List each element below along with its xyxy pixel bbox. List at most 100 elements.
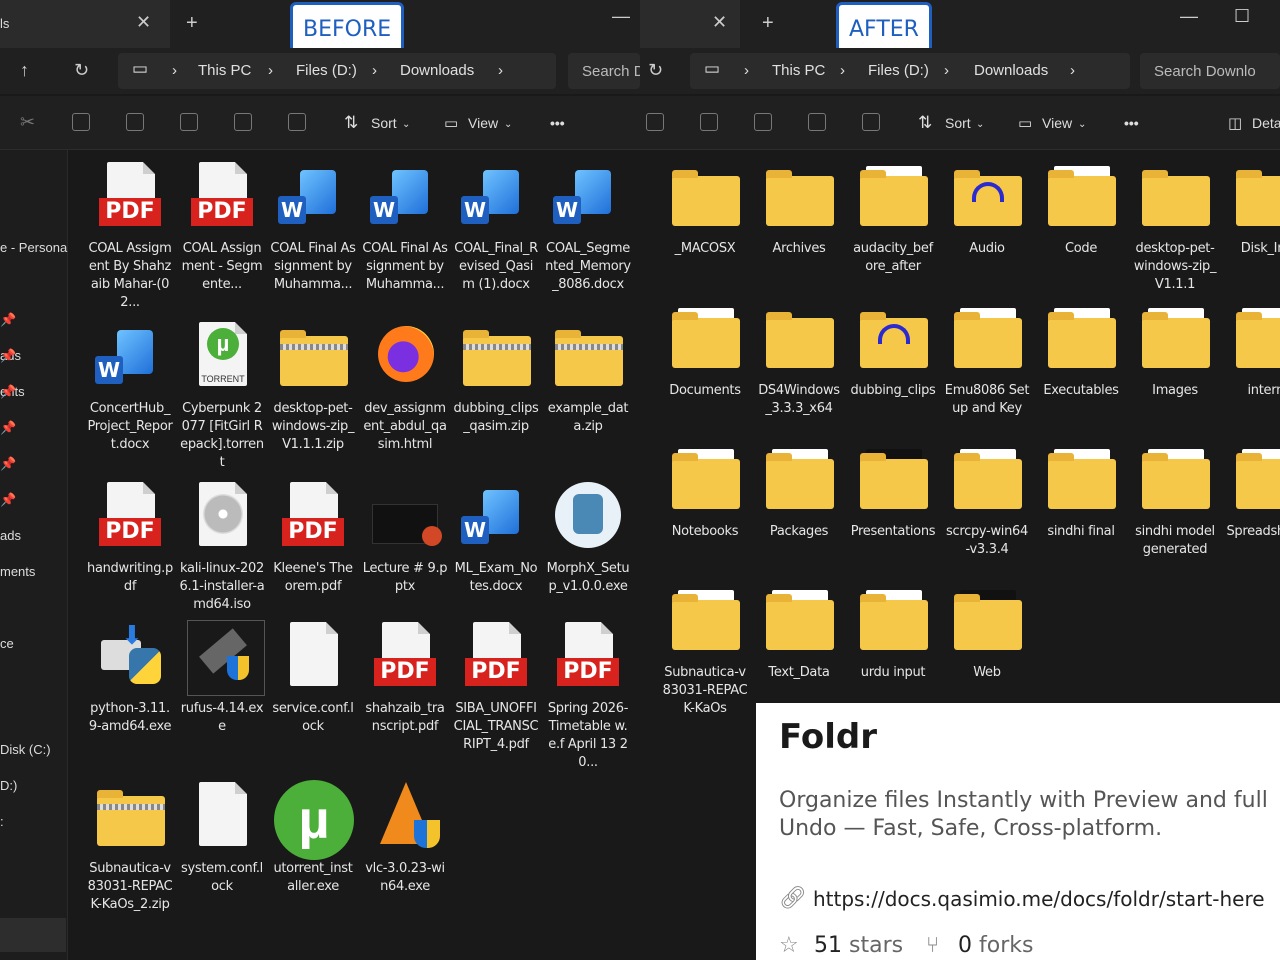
view-button[interactable]: View xyxy=(1042,115,1072,131)
new-tab-icon[interactable]: + xyxy=(186,12,198,35)
file-item[interactable]: W COAL Final Assignment by Muhamma... xyxy=(362,160,448,294)
paste-icon[interactable] xyxy=(126,113,144,131)
refresh-icon[interactable]: ↻ xyxy=(648,60,663,81)
maximize-icon[interactable]: ☐ xyxy=(1234,6,1250,27)
folder-item[interactable]: Code xyxy=(1038,160,1124,258)
tab-downloads[interactable]: ls ✕ xyxy=(0,0,170,48)
search-input[interactable]: Search D xyxy=(568,53,640,89)
folder-item[interactable]: Executables xyxy=(1038,302,1124,400)
breadcrumb[interactable]: ▭ › This PC › Files (D:) › Downloads › xyxy=(118,53,556,89)
folder-item[interactable]: Disk_Ima xyxy=(1226,160,1280,258)
sidebar-item-network[interactable]: : xyxy=(0,814,4,829)
folder-item[interactable]: Documents xyxy=(662,302,748,400)
file-item[interactable]: PDF Kleene's Theorem.pdf xyxy=(270,480,356,596)
new-tab-icon[interactable]: + xyxy=(762,12,774,35)
cut-icon[interactable]: ✂ xyxy=(20,112,35,133)
sidebar-item-space[interactable]: ce xyxy=(0,636,14,651)
folder-item[interactable]: Presentations xyxy=(850,443,936,541)
breadcrumb-this-pc[interactable]: This PC xyxy=(772,62,825,79)
folder-item[interactable]: scrcpy-win64-v3.3.4 xyxy=(944,443,1030,559)
copy-icon[interactable] xyxy=(72,113,90,131)
file-item[interactable]: rufus-4.14.exe xyxy=(179,620,265,736)
breadcrumb-files-d[interactable]: Files (D:) xyxy=(296,62,357,79)
delete-icon[interactable] xyxy=(862,113,880,131)
file-item[interactable]: example_data.zip xyxy=(545,320,631,436)
file-item[interactable]: PDF Spring 2026-Timetable w.e.f April 13 … xyxy=(545,620,631,772)
file-item[interactable]: dubbing_clips_qasim.zip xyxy=(453,320,539,436)
breadcrumb-this-pc[interactable]: This PC xyxy=(198,62,251,79)
tab-downloads[interactable]: ✕ xyxy=(640,0,740,48)
file-item[interactable]: W ML_Exam_Notes.docx xyxy=(453,480,539,596)
folder-item[interactable]: Spreadsheets xyxy=(1226,443,1280,541)
more-options-button[interactable]: ••• xyxy=(550,115,565,131)
folder-item[interactable]: sindhi model generated xyxy=(1132,443,1218,559)
search-input[interactable]: Search Downlo xyxy=(1140,53,1280,89)
folder-item[interactable]: Web xyxy=(944,584,1030,682)
folder-item[interactable]: Text_Data xyxy=(756,584,842,682)
file-item[interactable]: system.conf.lock xyxy=(179,780,265,896)
file-item[interactable]: W COAL_Segmented_Memory_8086.docx xyxy=(545,160,631,294)
folder-item[interactable]: audacity_before_after xyxy=(850,160,936,276)
sidebar-item-disk-c[interactable]: Disk (C:) xyxy=(0,742,51,757)
folder-item[interactable]: sindhi final xyxy=(1038,443,1124,541)
file-item[interactable]: PDF handwriting.pdf xyxy=(87,480,173,596)
file-item[interactable]: µ TORRENT Cyberpunk 2077 [FitGirl Repack].… xyxy=(179,320,265,472)
folder-item[interactable]: Archives xyxy=(756,160,842,258)
view-button[interactable]: View xyxy=(468,115,498,131)
folder-item[interactable]: _MACOSX xyxy=(662,160,748,258)
more-options-button[interactable]: ••• xyxy=(1124,115,1139,131)
sidebar-item-documents-2[interactable]: ments xyxy=(0,564,35,579)
file-item[interactable]: PDF SIBA_UNOFFICIAL_TRANSCRIPT_4.pdf xyxy=(453,620,539,754)
paste-icon[interactable] xyxy=(700,113,718,131)
file-item[interactable]: W COAL_Final_Revised_Qasim (1).docx xyxy=(453,160,539,294)
share-icon[interactable] xyxy=(234,113,252,131)
file-item[interactable]: W ConcertHub_Project_Report.docx xyxy=(87,320,173,454)
breadcrumb-files-d[interactable]: Files (D:) xyxy=(868,62,929,79)
copy-icon[interactable] xyxy=(646,113,664,131)
file-item[interactable]: vlc-3.0.23-win64.exe xyxy=(362,780,448,896)
sidebar-item-drive-d[interactable]: D:) xyxy=(0,778,17,793)
breadcrumb-downloads[interactable]: Downloads xyxy=(974,62,1048,79)
folder-item[interactable]: Subnautica-v83031-REPACK-KaOs xyxy=(662,584,748,718)
folder-item[interactable]: urdu input xyxy=(850,584,936,682)
minimize-icon[interactable]: — xyxy=(1180,6,1198,27)
folder-item[interactable]: Audio xyxy=(944,160,1030,258)
breadcrumb[interactable]: ▭ › This PC › Files (D:) › Downloads › xyxy=(690,53,1130,89)
file-item[interactable]: Lecture # 9.pptx xyxy=(362,480,448,596)
folder-item[interactable]: Packages xyxy=(756,443,842,541)
folder-item[interactable]: desktop-pet-windows-zip_V1.1.1 xyxy=(1132,160,1218,294)
minimize-icon[interactable]: — xyxy=(612,6,630,27)
file-item[interactable]: PDF COAL Assigment By Shahzaib Mahar-(02.… xyxy=(87,160,173,312)
repo-url[interactable]: https://docs.qasimio.me/docs/foldr/start… xyxy=(813,887,1265,911)
folder-item[interactable]: Emu8086 Setup and Key xyxy=(944,302,1030,418)
file-item[interactable]: PDF COAL Assignment - Segmente... xyxy=(179,160,265,294)
file-item[interactable]: ⬇ python-3.11.9-amd64.exe xyxy=(87,620,173,736)
sidebar-item-onedrive[interactable]: e - Persona xyxy=(0,240,67,255)
details-button[interactable]: Deta xyxy=(1252,115,1280,131)
sort-button[interactable]: Sort xyxy=(945,115,971,131)
breadcrumb-downloads[interactable]: Downloads xyxy=(400,62,474,79)
rename-icon[interactable] xyxy=(754,113,772,131)
close-tab-icon[interactable]: ✕ xyxy=(712,12,727,33)
folder-item[interactable]: Notebooks xyxy=(662,443,748,541)
sort-button[interactable]: Sort xyxy=(371,115,397,131)
delete-icon[interactable] xyxy=(288,113,306,131)
folder-item[interactable]: DS4Windows_3.3.3_x64 xyxy=(756,302,842,418)
file-item[interactable]: desktop-pet-windows-zip_V1.1.1.zip xyxy=(270,320,356,454)
folder-item[interactable]: dubbing_clips xyxy=(850,302,936,400)
file-item[interactable]: service.conf.lock xyxy=(270,620,356,736)
file-item[interactable]: µ utorrent_installer.exe xyxy=(270,780,356,896)
file-item[interactable]: PDF shahzaib_transcript.pdf xyxy=(362,620,448,736)
refresh-icon[interactable]: ↻ xyxy=(74,60,89,81)
up-arrow-icon[interactable]: ↑ xyxy=(20,60,29,81)
file-item[interactable]: kali-linux-2026.1-installer-amd64.iso xyxy=(179,480,265,614)
close-tab-icon[interactable]: ✕ xyxy=(136,12,151,33)
file-item[interactable]: MorphX_Setup_v1.0.0.exe xyxy=(545,480,631,596)
rename-icon[interactable] xyxy=(180,113,198,131)
folder-item[interactable]: Images xyxy=(1132,302,1218,400)
file-item[interactable]: Subnautica-v83031-REPACK-KaOs_2.zip xyxy=(87,780,173,914)
sidebar-item-downloads-2[interactable]: ads xyxy=(0,528,21,543)
file-item[interactable]: W COAL Final Assignment by Muhamma... xyxy=(270,160,356,294)
share-icon[interactable] xyxy=(808,113,826,131)
file-item[interactable]: dev_assignment_abdul_qasim.html xyxy=(362,320,448,454)
